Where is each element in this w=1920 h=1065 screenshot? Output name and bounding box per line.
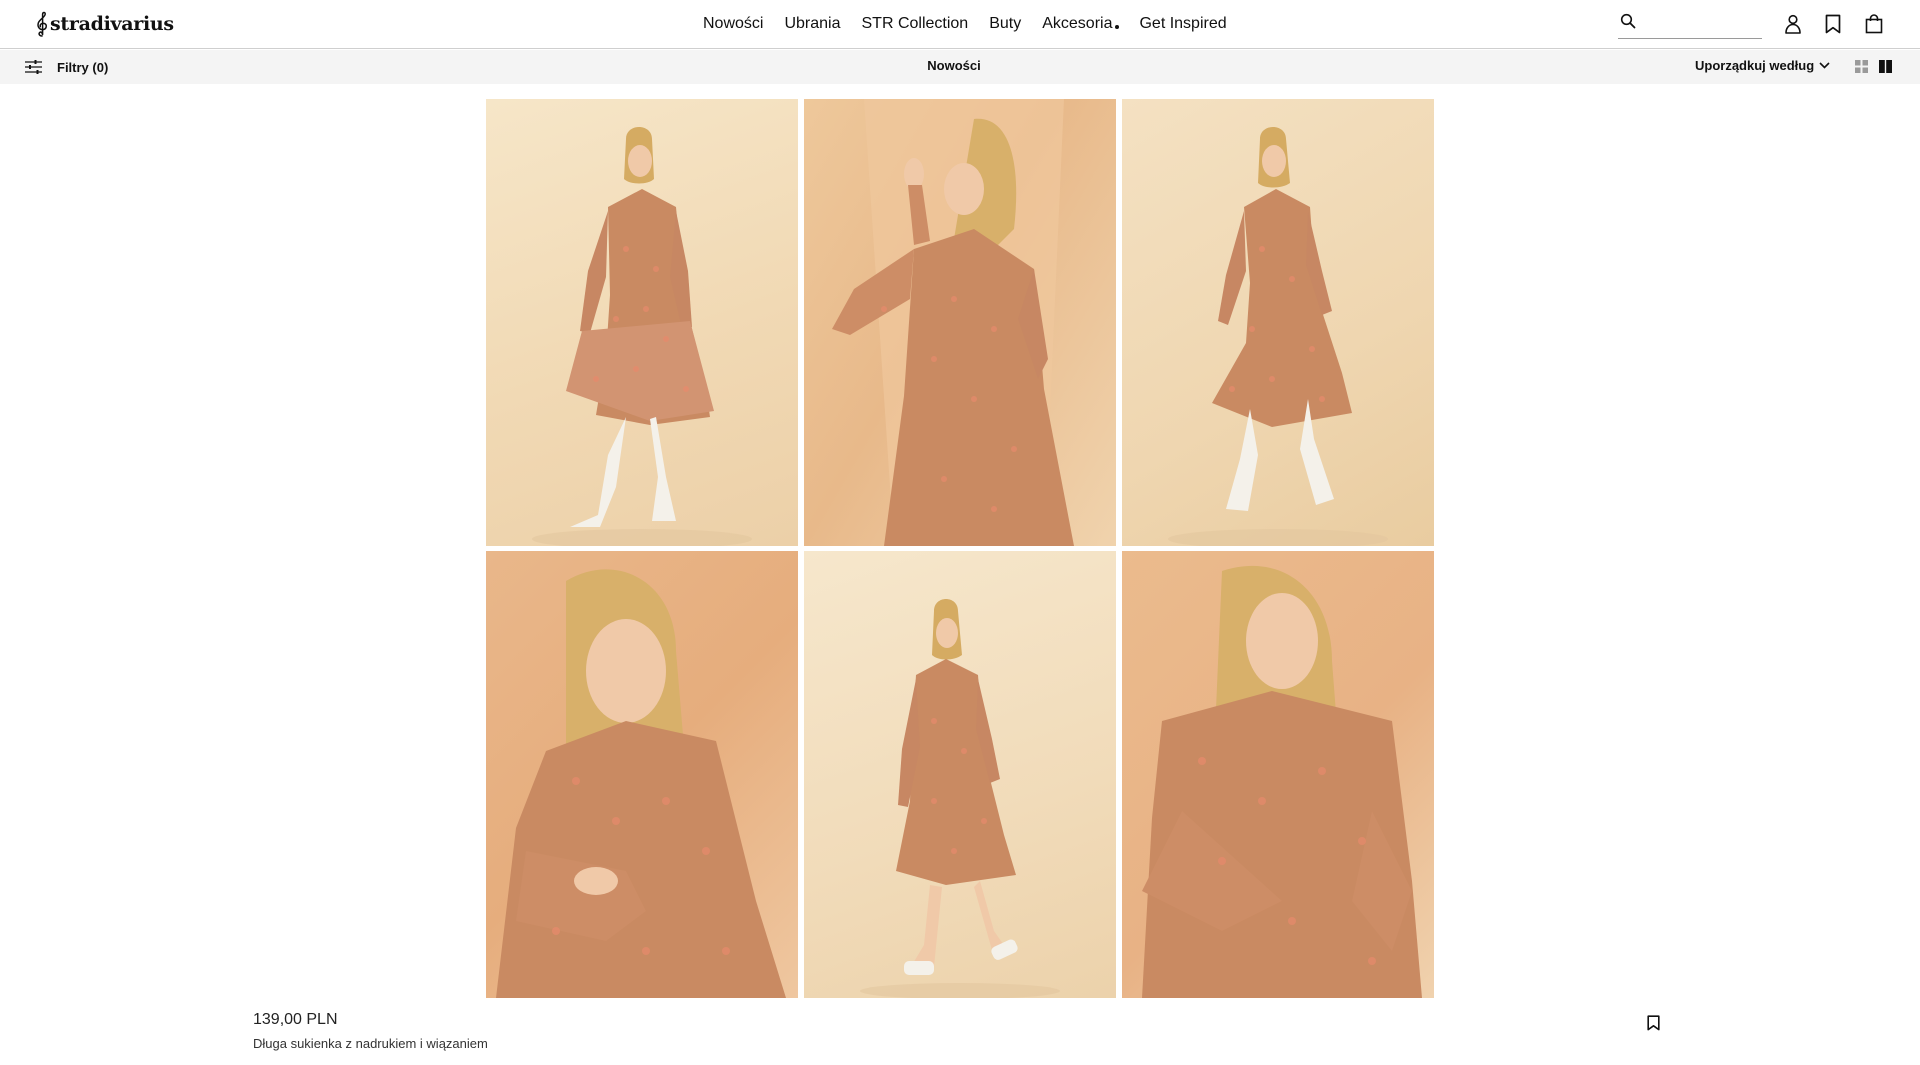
nav-item-ubrania[interactable]: Ubrania: [784, 15, 840, 33]
bookmark-icon: [1825, 14, 1841, 34]
product-photo-3[interactable]: [1122, 99, 1434, 546]
wishlist-button[interactable]: [1821, 12, 1845, 36]
chevron-down-icon: [1819, 62, 1830, 69]
model-striding-image: [1168, 127, 1388, 546]
product-name[interactable]: Długa sukienka z nadrukiem i wiązaniem: [253, 1036, 488, 1051]
main-nav: Nowości Ubrania STR Collection Buty Akce…: [703, 13, 1227, 35]
product-photo-1[interactable]: [486, 99, 798, 546]
search-icon: [1620, 13, 1636, 29]
grid-2-icon: [1878, 59, 1892, 73]
brand-logo[interactable]: stradivarius: [36, 9, 174, 39]
product-photo-6[interactable]: [1122, 551, 1434, 998]
model-hand-raised-image: [832, 99, 1074, 546]
sort-label: Uporządkuj według: [1695, 58, 1815, 73]
view-grid-2-button[interactable]: [1877, 58, 1893, 74]
view-grid-4-button[interactable]: [1853, 58, 1869, 74]
product-photo-5[interactable]: [804, 551, 1116, 998]
product-photo-2[interactable]: [804, 99, 1116, 546]
nav-separator-dot: [1115, 25, 1120, 29]
model-walking-image: [860, 599, 1060, 998]
search-box[interactable]: [1618, 10, 1762, 39]
grid-4-icon: [1854, 59, 1868, 73]
top-header: stradivarius Nowości Ubrania STR Collect…: [0, 0, 1920, 49]
account-button[interactable]: [1781, 12, 1805, 36]
nav-item-buty[interactable]: Buty: [989, 15, 1021, 33]
model-standing-image: [532, 127, 752, 546]
sort-dropdown[interactable]: Uporządkuj według: [1695, 58, 1830, 73]
model-seated-closeup-image: [496, 569, 786, 998]
shopping-bag-icon: [1865, 14, 1883, 34]
search-input[interactable]: [1642, 12, 1758, 34]
save-to-wishlist-button[interactable]: [1644, 1013, 1662, 1033]
category-title: Nowości: [927, 58, 981, 73]
nav-item-nowosci[interactable]: Nowości: [703, 15, 763, 33]
filter-bar: Filtry (0) Nowości Uporządkuj według: [0, 50, 1920, 84]
brand-name: stradivarius: [50, 13, 174, 35]
product-gallery: [486, 99, 1434, 998]
nav-item-akcesoria[interactable]: Akcesoria: [1042, 15, 1112, 33]
user-icon: [1785, 14, 1801, 34]
product-price: 139,00 PLN: [253, 1011, 338, 1028]
model-looking-away-image: [1142, 565, 1422, 998]
treble-clef-icon: [37, 11, 47, 37]
bookmark-icon: [1646, 1015, 1660, 1031]
cart-button[interactable]: [1862, 12, 1886, 36]
product-photo-4[interactable]: [486, 551, 798, 998]
nav-item-str-collection[interactable]: STR Collection: [862, 15, 969, 33]
nav-item-get-inspired[interactable]: Get Inspired: [1139, 15, 1226, 33]
